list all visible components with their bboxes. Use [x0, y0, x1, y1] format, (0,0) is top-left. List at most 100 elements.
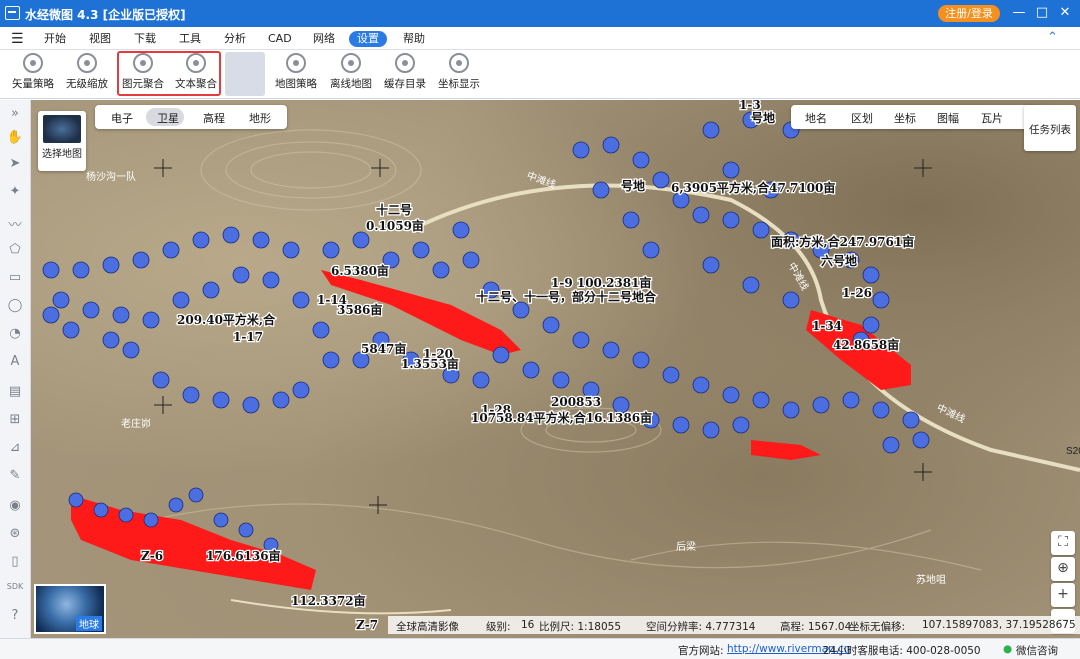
minimize-icon[interactable]: —	[1010, 4, 1028, 22]
menu-download[interactable]: 下载	[134, 31, 156, 46]
menu-settings[interactable]: 设置	[349, 31, 387, 47]
phone-icon[interactable]: ▯	[5, 554, 25, 572]
layer-tiles[interactable]: 瓦片	[981, 110, 1003, 126]
level-value: 16	[521, 619, 535, 631]
svg-text:6,3905平方米,合47.7100亩: 6,3905平方米,合47.7100亩	[671, 180, 835, 195]
polyline-icon[interactable]: 〰	[5, 214, 25, 233]
svg-text:1-9 100.2381亩: 1-9 100.2381亩	[551, 275, 651, 290]
svg-text:十二号、十一号，部分十二号地合: 十二号、十一号，部分十二号地合	[476, 289, 657, 304]
mode-elevation[interactable]: 高程	[203, 110, 225, 126]
layer-placenames[interactable]: 地名	[805, 110, 827, 126]
layer-sheets[interactable]: 图幅	[937, 110, 959, 126]
svg-text:0.1059亩: 0.1059亩	[366, 218, 424, 233]
register-login-button[interactable]: 注册/登录	[938, 5, 1000, 22]
map-view[interactable]: 1-3 号地 号地 6,3905平方米,合47.7100亩 十二号 0.1059…	[31, 100, 1080, 638]
world-map-thumbnail	[43, 115, 81, 143]
offline-map-icon	[341, 53, 361, 73]
svg-text:杨沙沟一队: 杨沙沟一队	[86, 170, 136, 183]
globe-label: 地球	[76, 616, 102, 631]
maximize-icon[interactable]: □	[1033, 4, 1051, 22]
wechat-consult-link[interactable]: 微信咨询	[1016, 643, 1058, 658]
svg-text:六号地: 六号地	[821, 253, 857, 268]
select-map-label: 选择地图	[42, 149, 82, 160]
pin-band-3	[572, 111, 890, 349]
expand-icon[interactable]: »	[5, 106, 25, 124]
map-status-strip: 全球高清影像 级别: 16 比例尺: 1:18055 空间分辨率: 4.7773…	[388, 616, 1080, 634]
svg-text:1-34: 1-34	[812, 319, 842, 333]
wechat-icon: ●	[1003, 643, 1013, 655]
coordinate-display-button[interactable]: 坐标显示	[436, 52, 482, 97]
task-list-button[interactable]: 任务列表	[1024, 105, 1076, 151]
measure-area-icon[interactable]: ⊞	[5, 412, 25, 430]
text-icon[interactable]: A	[5, 354, 25, 372]
vector-strategy-icon	[23, 53, 43, 73]
map-strategy-button[interactable]: 地图策略	[273, 52, 319, 97]
active-tool-highlight	[225, 52, 265, 96]
mode-electronic[interactable]: 电子	[111, 110, 133, 126]
svg-text:十二号: 十二号	[376, 202, 412, 217]
app-icon[interactable]: ◉	[5, 498, 25, 516]
menu-analysis[interactable]: 分析	[224, 31, 246, 46]
layer-tabs: 地名 区划 坐标 图幅 瓦片	[791, 105, 1039, 129]
svg-text:176.6136亩: 176.6136亩	[206, 548, 281, 563]
sdk-icon[interactable]: SDK	[5, 582, 25, 600]
offset-label: 坐标无偏移:	[849, 621, 906, 633]
select-arrow-icon[interactable]: ➤	[5, 156, 25, 174]
cache-directory-button[interactable]: 缓存目录	[382, 52, 428, 97]
edit-icon[interactable]: ✎	[5, 468, 25, 486]
layer-coordinates[interactable]: 坐标	[894, 110, 916, 126]
globe-minimap[interactable]: 地球	[34, 584, 106, 634]
layer-districts[interactable]: 区划	[851, 110, 873, 126]
menu-network[interactable]: 网络	[313, 31, 335, 46]
mode-terrain[interactable]: 地形	[249, 110, 271, 126]
ruler-icon[interactable]: ▤	[5, 384, 25, 402]
menu-start[interactable]: 开始	[44, 31, 66, 46]
hotline-text: 24小时客服电话: 400-028-0050	[823, 645, 981, 657]
close-icon[interactable]: ✕	[1056, 4, 1074, 22]
menu-tools[interactable]: 工具	[179, 31, 201, 46]
help-icon[interactable]: ?	[5, 608, 25, 626]
circle-icon[interactable]: ◯	[5, 298, 25, 316]
title-bar: 水经微图 4.3 [企业版已授权] 注册/登录 — □ ✕	[0, 0, 1080, 27]
rectangle-icon[interactable]: ▭	[5, 270, 25, 288]
svg-text:42.8658亩: 42.8658亩	[833, 337, 899, 352]
svg-text:面积:方米,合247.9761亩: 面积:方米,合247.9761亩	[771, 234, 914, 249]
link-icon[interactable]: ⊛	[5, 526, 25, 544]
vector-strategy-button[interactable]: 矢量策略	[10, 52, 56, 97]
svg-text:200853: 200853	[551, 395, 601, 409]
svg-text:中滩线: 中滩线	[935, 401, 968, 425]
coordinate-display-icon	[449, 53, 469, 73]
collapse-ribbon-icon[interactable]: ⌃	[1047, 30, 1058, 45]
menu-bar: ☰ 开始 视图 下载 工具 分析 CAD 网络 设置 帮助 ⌃	[0, 27, 1080, 50]
fullscreen-icon[interactable]: ⛶	[1051, 531, 1075, 555]
mode-satellite[interactable]: 卫星	[157, 110, 179, 126]
svg-text:后梁: 后梁	[676, 540, 696, 553]
stepless-zoom-button[interactable]: 无级缩放	[64, 52, 110, 97]
menu-help[interactable]: 帮助	[403, 31, 425, 46]
footer-bar: 官方网站: http://www.rivermap.cn 24小时客服电话: 4…	[0, 638, 1080, 659]
polygon-icon[interactable]: ⬠	[5, 242, 25, 260]
svg-text:老庄峁: 老庄峁	[121, 417, 151, 430]
offline-map-button[interactable]: 离线地图	[328, 52, 374, 97]
svg-text:Z-6: Z-6	[141, 549, 163, 563]
svg-text:号地: 号地	[621, 178, 645, 193]
map-canvas[interactable]: 1-3 号地 号地 6,3905平方米,合47.7100亩 十二号 0.1059…	[31, 100, 1080, 638]
aggregation-highlight-box	[117, 51, 221, 96]
zoom-in-button[interactable]: +	[1051, 583, 1075, 607]
select-map-button[interactable]: 选择地图	[38, 111, 86, 171]
menu-cad[interactable]: CAD	[268, 31, 292, 46]
profile-icon[interactable]: ⊿	[5, 440, 25, 458]
svg-text:3586亩: 3586亩	[337, 302, 382, 317]
hamburger-menu-icon[interactable]: ☰	[11, 31, 24, 47]
pan-hand-icon[interactable]: ✋	[5, 130, 25, 148]
left-toolbar: » ✋ ➤ ✦ 〰 ⬠ ▭ ◯ ◔ A ▤ ⊞ ⊿ ✎ ◉ ⊛ ▯ SDK ?	[0, 100, 31, 638]
locate-icon[interactable]: ⊕	[1051, 557, 1075, 581]
svg-text:S206: S206	[1066, 446, 1080, 457]
menu-view[interactable]: 视图	[89, 31, 111, 46]
marker-icon[interactable]: ✦	[5, 184, 25, 202]
sector-icon[interactable]: ◔	[5, 326, 25, 344]
svg-text:1-26: 1-26	[842, 286, 872, 300]
svg-text:5847亩: 5847亩	[361, 341, 406, 356]
svg-text:1-17: 1-17	[233, 330, 263, 344]
resolution-readout: 空间分辨率: 4.777314	[646, 621, 756, 633]
